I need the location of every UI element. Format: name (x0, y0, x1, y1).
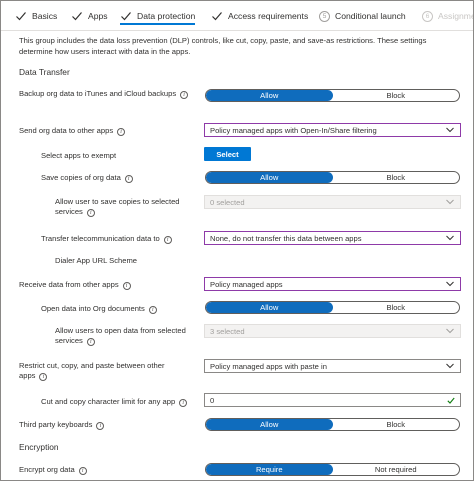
char-limit-label-text: Cut and copy character limit for any app (41, 397, 176, 406)
chevron-down-icon (446, 127, 454, 133)
check-icon (16, 12, 26, 21)
info-icon[interactable]: i (180, 91, 189, 99)
info-icon[interactable]: i (124, 175, 133, 183)
section-data-transfer: Data Transfer (19, 67, 70, 77)
save-services-label: Allow user to save copies to selected se… (55, 197, 195, 217)
encrypt-require-option[interactable]: Require (206, 464, 333, 475)
save-copies-label: Save copies of org data i (41, 173, 133, 183)
step-basics[interactable]: Basics (15, 1, 57, 31)
step-label: Conditional launch (335, 11, 406, 21)
info-icon[interactable]: i (179, 399, 188, 407)
select-apps-label: Select apps to exempt (41, 151, 117, 160)
send-data-label-text: Send org data to other apps (19, 126, 114, 135)
restrict-cut-dropdown[interactable]: Policy managed apps with paste in (204, 359, 461, 373)
open-services-dropdown[interactable]: 3 selected (204, 324, 461, 338)
save-copies-allow-option[interactable]: Allow (206, 172, 333, 183)
intro-text: This group includes the data loss preven… (19, 36, 427, 56)
step-access-requirements[interactable]: Access requirements (211, 1, 308, 31)
chevron-down-icon (446, 199, 454, 205)
select-apps-button[interactable]: Select (204, 147, 251, 161)
info-icon[interactable]: i (122, 282, 131, 290)
step-label: Data protection (137, 11, 196, 21)
receive-value: Policy managed apps (210, 279, 283, 289)
save-copies-toggle[interactable]: Allow Block (205, 171, 460, 184)
step-number: 5 (319, 10, 330, 22)
step-conditional-launch[interactable]: 5 Conditional launch (319, 1, 406, 31)
wizard-steps: Basics Apps Data protection Access requi… (1, 1, 474, 31)
save-copies-block-option[interactable]: Block (333, 172, 460, 183)
receive-dropdown[interactable]: Policy managed apps (204, 277, 461, 291)
open-into-block-option[interactable]: Block (333, 302, 460, 313)
char-limit-label: Cut and copy character limit for any app… (41, 397, 188, 407)
step-label: Assignme (438, 11, 474, 21)
save-services-value: 0 selected (210, 197, 245, 207)
open-services-value: 3 selected (210, 326, 245, 336)
info-icon[interactable]: i (148, 306, 157, 314)
info-icon[interactable]: i (96, 422, 105, 430)
open-services-label-text: Allow users to open data from selected s… (55, 326, 186, 345)
info-icon[interactable]: i (86, 338, 95, 346)
valid-check-icon (447, 397, 455, 404)
keyboards-toggle[interactable]: Allow Block (205, 418, 460, 431)
info-icon[interactable]: i (78, 467, 87, 475)
backup-toggle[interactable]: Allow Block (205, 89, 460, 102)
app-protection-policy-window: Basics Apps Data protection Access requi… (0, 0, 474, 481)
info-icon[interactable]: i (39, 373, 48, 381)
send-data-value: Policy managed apps with Open-In/Share f… (210, 125, 377, 135)
info-icon[interactable]: i (117, 128, 126, 136)
backup-label: Backup org data to iTunes and iCloud bac… (19, 89, 189, 99)
encrypt-toggle[interactable]: Require Not required (205, 463, 460, 476)
keyboards-label-text: Third party keyboards (19, 420, 93, 429)
telecom-value: None, do not transfer this data between … (210, 233, 362, 243)
open-into-label-text: Open data into Org documents (41, 304, 145, 313)
step-label: Apps (88, 11, 108, 21)
keyboards-label: Third party keyboards i (19, 420, 105, 430)
open-into-toggle[interactable]: Allow Block (205, 301, 460, 314)
receive-label-text: Receive data from other apps (19, 280, 119, 289)
open-into-label: Open data into Org documents i (41, 304, 157, 314)
chevron-down-icon (446, 281, 454, 287)
encrypt-not-required-option[interactable]: Not required (333, 464, 460, 475)
backup-block-option[interactable]: Block (333, 90, 460, 101)
step-assignments[interactable]: 6 Assignme (422, 1, 474, 31)
save-copies-label-text: Save copies of org data (41, 173, 121, 182)
step-label: Access requirements (228, 11, 309, 21)
open-services-label: Allow users to open data from selected s… (55, 326, 195, 346)
chevron-down-icon (446, 328, 454, 334)
send-data-dropdown[interactable]: Policy managed apps with Open-In/Share f… (204, 123, 461, 137)
backup-allow-option[interactable]: Allow (206, 90, 333, 101)
restrict-cut-label: Restrict cut, copy, and paste between ot… (19, 361, 169, 381)
save-services-dropdown[interactable]: 0 selected (204, 195, 461, 209)
dialer-label: Dialer App URL Scheme (55, 256, 138, 265)
char-limit-input[interactable]: 0 (204, 393, 461, 407)
info-icon[interactable]: i (86, 209, 95, 217)
encrypt-label-text: Encrypt org data (19, 465, 75, 474)
telecom-label: Transfer telecommunication data to i (41, 234, 172, 244)
send-data-label: Send org data to other apps i (19, 126, 126, 136)
save-services-label-text: Allow user to save copies to selected se… (55, 197, 180, 216)
restrict-cut-value: Policy managed apps with paste in (210, 361, 327, 371)
keyboards-block-option[interactable]: Block (333, 419, 460, 430)
encrypt-label: Encrypt org data i (19, 465, 87, 475)
step-apps[interactable]: Apps (71, 1, 108, 31)
step-number: 6 (422, 10, 433, 22)
chevron-down-icon (446, 235, 454, 241)
info-icon[interactable]: i (163, 236, 172, 244)
check-icon (121, 12, 131, 21)
keyboards-allow-option[interactable]: Allow (206, 419, 333, 430)
backup-label-text: Backup org data to iTunes and iCloud bac… (19, 89, 177, 98)
telecom-label-text: Transfer telecommunication data to (41, 234, 160, 243)
receive-label: Receive data from other apps i (19, 280, 131, 290)
section-encryption: Encryption (19, 442, 59, 452)
open-into-allow-option[interactable]: Allow (206, 302, 333, 313)
char-limit-value: 0 (210, 395, 215, 405)
step-label: Basics (32, 11, 58, 21)
check-icon (212, 12, 222, 21)
chevron-down-icon (446, 363, 454, 369)
telecom-dropdown[interactable]: None, do not transfer this data between … (204, 231, 461, 245)
step-data-protection[interactable]: Data protection (120, 1, 196, 31)
check-icon (72, 12, 82, 21)
